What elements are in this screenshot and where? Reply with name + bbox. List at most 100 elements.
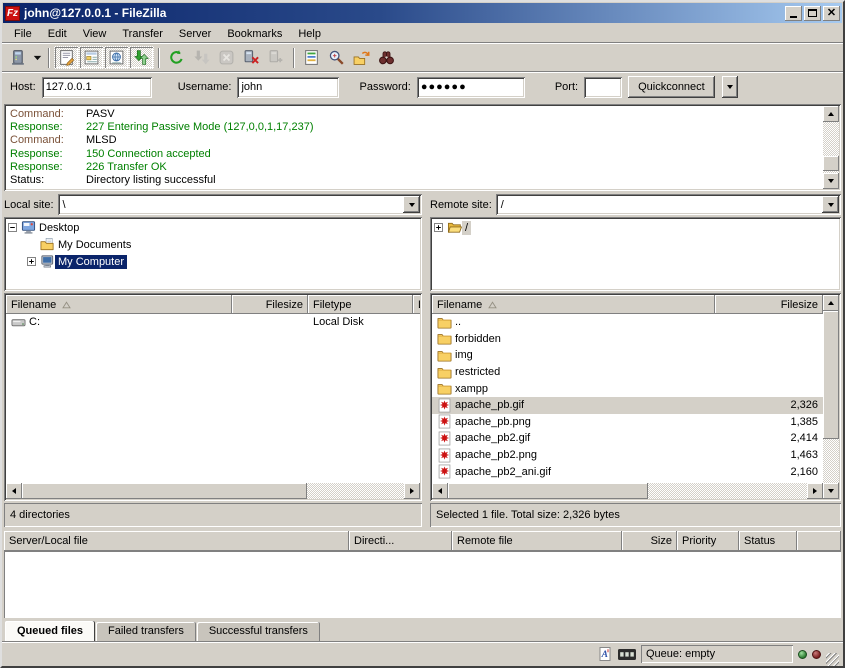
queue-column-directi-[interactable]: Directi... [349,531,452,551]
queue-column-size[interactable]: Size [622,531,677,551]
quickconnect-button[interactable]: Quickconnect [628,76,715,98]
file-row-img[interactable]: img [432,347,823,364]
queue-column-remote-file[interactable]: Remote file [452,531,622,551]
file-row-restricted[interactable]: restricted [432,364,823,381]
remote-site-dropdown-button[interactable] [822,196,839,213]
toggle-remote-tree-button[interactable] [104,46,129,69]
toggle-transfer-queue-button[interactable] [129,46,154,69]
reconnect-button[interactable] [264,46,289,69]
menu-bookmarks[interactable]: Bookmarks [219,26,290,42]
close-button[interactable]: ✕ [823,6,840,21]
local-site-value: \ [58,199,401,211]
queue-column-status[interactable]: Status [739,531,797,551]
menu-server[interactable]: Server [171,26,219,42]
column-header-filesize[interactable]: Filesize [715,295,823,314]
scrollbar-thumb[interactable] [22,483,307,499]
file-row--[interactable]: .. [432,314,823,331]
menu-file[interactable]: File [6,26,40,42]
local-horizontal-scrollbar[interactable] [6,483,420,499]
menu-view[interactable]: View [75,26,115,42]
file-row-apache-pb2-png[interactable]: apache_pb2.png1,463 [432,447,823,464]
file-row-apache-pb-png[interactable]: apache_pb.png1,385 [432,414,823,431]
site-manager-dropdown-button[interactable] [31,46,44,69]
chevron-down-icon [409,203,415,210]
scroll-down-button[interactable] [823,483,839,499]
quickconnect-dropdown-button[interactable] [722,76,738,98]
remote-site-bar: Remote site: / [430,193,841,216]
synchronized-browsing-button[interactable] [349,46,374,69]
queue-status-text: Queue: empty [646,648,715,660]
local-site-combobox[interactable]: \ [58,194,422,215]
indicator-badge-icon[interactable] [618,649,636,660]
menu-help[interactable]: Help [290,26,329,42]
tree-item--[interactable]: / [431,219,840,236]
title-bar[interactable]: Fz john@127.0.0.1 - FileZilla ✕ [3,3,842,23]
column-header-filename[interactable]: Filename [432,295,715,314]
scrollbar-track[interactable] [448,483,807,499]
toggle-local-tree-button[interactable] [79,46,104,69]
directory-filters-button[interactable] [299,46,324,69]
find-files-button[interactable] [374,46,399,69]
expand-toggle-icon[interactable] [27,257,36,266]
refresh-button[interactable] [164,46,189,69]
scrollbar-track[interactable] [823,311,839,483]
host-input[interactable] [42,77,152,98]
disconnect-button[interactable] [239,46,264,69]
column-header-filename[interactable]: Filename [6,295,232,314]
scrollbar-track[interactable] [823,122,839,173]
queue-column-blank[interactable] [797,531,841,551]
directory-comparison-button[interactable] [324,46,349,69]
scrollbar-thumb[interactable] [448,483,648,499]
tree-item-desktop[interactable]: Desktop [5,219,421,236]
file-row-apache-pb2-ani-gif[interactable]: apache_pb2_ani.gif2,160 [432,463,823,480]
file-row-c-[interactable]: C:Local Disk [6,314,420,331]
scroll-left-button[interactable] [6,483,22,499]
file-row-forbidden[interactable]: forbidden [432,331,823,348]
menu-edit[interactable]: Edit [40,26,75,42]
scroll-up-button[interactable] [823,106,839,122]
tab-queued-files[interactable]: Queued files [5,621,95,641]
username-input[interactable] [237,77,339,98]
collapse-toggle-icon[interactable] [8,223,17,232]
remote-site-combobox[interactable]: / [496,194,841,215]
column-header-l[interactable]: L [413,295,420,314]
scrollbar-track[interactable] [22,483,404,499]
scroll-right-button[interactable] [404,483,420,499]
scroll-right-button[interactable] [807,483,823,499]
transfer-type-icon[interactable]: A [597,646,613,662]
process-queue-button[interactable] [189,46,214,69]
column-header-filetype[interactable]: Filetype [308,295,413,314]
sort-ascending-icon [62,301,71,309]
port-input[interactable] [584,77,622,98]
file-row-xampp[interactable]: xampp [432,380,823,397]
expand-toggle-icon[interactable] [434,223,443,232]
maximize-button[interactable] [804,6,821,21]
local-site-dropdown-button[interactable] [403,196,420,213]
tab-failed-transfers[interactable]: Failed transfers [96,622,196,641]
log-line: Response:227 Entering Passive Mode (127,… [10,121,819,134]
tab-successful-transfers[interactable]: Successful transfers [197,622,320,641]
site-manager-button[interactable] [6,46,31,69]
menu-transfer[interactable]: Transfer [114,26,171,42]
log-vertical-scrollbar[interactable] [823,106,839,189]
queue-column-priority[interactable]: Priority [677,531,739,551]
scrollbar-thumb[interactable] [823,156,839,171]
scrollbar-thumb[interactable] [823,311,839,439]
remote-horizontal-scrollbar[interactable] [432,483,823,499]
minimize-button[interactable] [785,6,802,21]
file-row-apache-pb2-gif[interactable]: apache_pb2.gif2,414 [432,430,823,447]
cancel-operation-button[interactable] [214,46,239,69]
scroll-up-button[interactable] [823,295,839,311]
tree-item-my-documents[interactable]: My Documents [5,236,421,253]
tree-item-my-computer[interactable]: My Computer [5,253,421,270]
arrow-right-icon [813,488,820,494]
queue-column-server-local-file[interactable]: Server/Local file [4,531,349,551]
scroll-left-button[interactable] [432,483,448,499]
password-input[interactable] [417,77,525,98]
scroll-down-button[interactable] [823,173,839,189]
column-header-filesize[interactable]: Filesize [232,295,308,314]
file-row-apache-pb-gif[interactable]: apache_pb.gif2,326 [432,397,823,414]
resize-grip[interactable] [826,653,839,666]
toggle-message-log-button[interactable] [54,46,79,69]
remote-vertical-scrollbar[interactable] [823,295,839,499]
